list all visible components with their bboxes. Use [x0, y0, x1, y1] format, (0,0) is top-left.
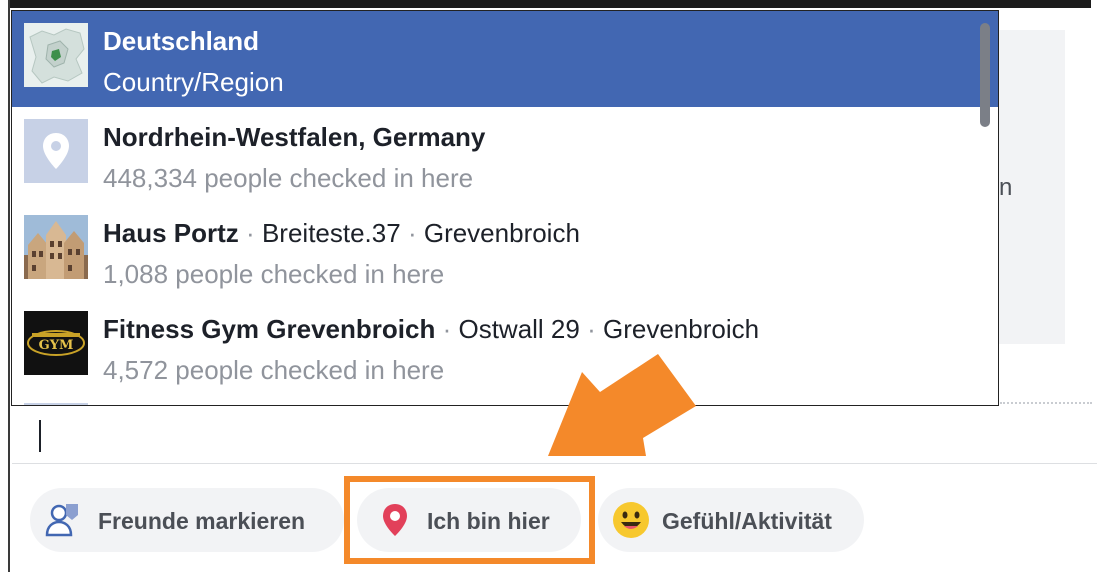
gym-logo-icon: GYM: [24, 311, 88, 375]
suggestion-address: Ostwall 29: [458, 314, 580, 344]
window-frame-left: [0, 0, 10, 572]
highlight-annotation-box: [344, 476, 595, 564]
location-pin-thumbnail-icon: [24, 119, 88, 183]
suggestion-subtitle: 448,334 people checked in here: [103, 163, 474, 193]
suggestion-nordrhein-westfalen[interactable]: Nordrhein-Westfalen, Germany 448,334 peo…: [12, 107, 998, 203]
suggestion-name: Deutschland: [103, 26, 260, 56]
suggestion-name: Nordrhein-Westfalen, Germany: [103, 122, 486, 152]
annotation-arrow-icon: [548, 354, 696, 456]
location-suggestions-dropdown: Deutschland Country/Region Nordrhein-Wes…: [11, 10, 999, 406]
map-thumbnail-icon: [24, 23, 88, 87]
window-frame-right: [1091, 0, 1099, 572]
background-text-fragment: n: [999, 174, 1013, 201]
tag-friends-icon: [44, 502, 80, 538]
suggestion-haus-portz[interactable]: Haus Portz · Breiteste.37 · Grevenbroich…: [12, 203, 998, 299]
window-frame-top: [0, 0, 1099, 8]
suggestion-deutschland[interactable]: Deutschland Country/Region: [12, 11, 998, 127]
dotted-divider: [1000, 402, 1092, 404]
separator-dot: ·: [246, 218, 255, 248]
feeling-activity-label: Gefühl/Aktivität: [662, 508, 832, 534]
tag-friends-label: Freunde markieren: [98, 508, 306, 534]
gym-logo-text: GYM: [39, 338, 74, 353]
separator-dot: ·: [407, 218, 417, 248]
suggestion-name: Fitness Gym Grevenbroich: [103, 314, 436, 344]
suggestion-subtitle: Country/Region: [103, 67, 284, 97]
partial-thumbnail-icon: [24, 403, 88, 405]
tag-friends-button[interactable]: Freunde markieren: [30, 488, 344, 552]
separator-dot: ·: [442, 314, 452, 344]
suggestion-fitness-gym[interactable]: GYM Fitness Gym Grevenbroich · Ostwall 2…: [12, 299, 998, 395]
feeling-activity-button[interactable]: Gefühl/Aktivität: [598, 488, 864, 552]
suggestion-city: Grevenbroich: [603, 314, 760, 344]
suggestion-subtitle: 4,572 people checked in here: [103, 355, 445, 385]
suggestion-city: Grevenbroich: [423, 218, 580, 248]
suggestion-subtitle: 1,088 people checked in here: [103, 259, 445, 289]
suggestion-address: Breiteste.37: [261, 218, 401, 248]
separator-dot: ·: [587, 314, 596, 344]
smiley-icon: [612, 501, 650, 539]
suggestion-partial-next[interactable]: [12, 395, 998, 405]
text-cursor: [39, 420, 41, 452]
building-photo-icon: [24, 215, 88, 279]
suggestion-name: Haus Portz: [103, 218, 239, 248]
